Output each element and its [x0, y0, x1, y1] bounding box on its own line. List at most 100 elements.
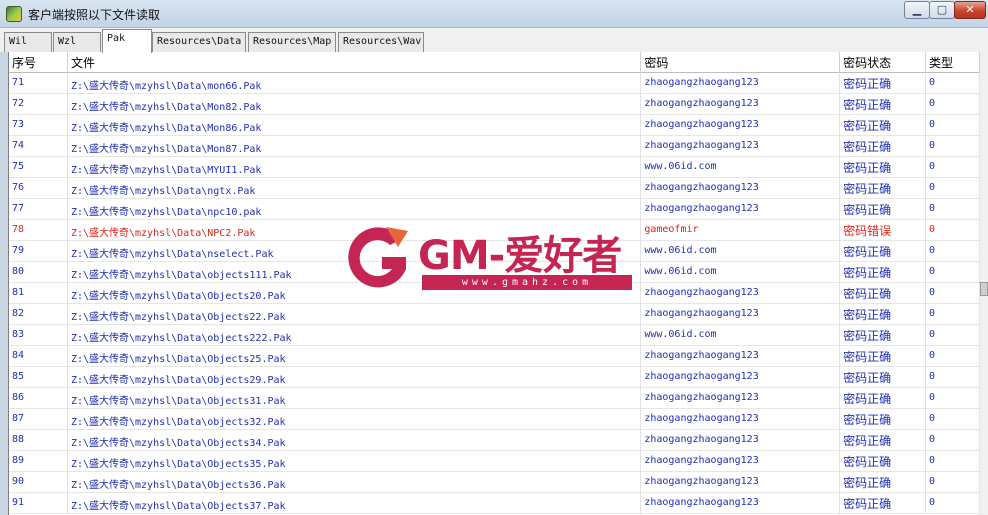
cell-password: www.06id.com [641, 241, 841, 262]
vertical-scrollbar[interactable] [980, 52, 988, 515]
close-button[interactable]: ✕ [954, 1, 986, 19]
cell-password-status: 密码正确 [840, 493, 927, 514]
cell-password: zhaogangzhaogang123 [641, 367, 841, 388]
cell-file: Z:\盛大传奇\mzyhsl\Data\NPC2.Pak [68, 220, 642, 241]
cell-file: Z:\盛大传奇\mzyhsl\Data\ngtx.Pak [68, 178, 642, 199]
cell-password-status: 密码错误 [840, 220, 927, 241]
table-row[interactable]: 73 Z:\盛大传奇\mzyhsl\Data\Mon86.Pak zhaogangz… [9, 115, 980, 136]
table-row[interactable]: 79 Z:\盛大传奇\mzyhsl\Data\nselect.Pak www.06i… [9, 241, 980, 262]
minimize-button[interactable]: ▁ [904, 1, 930, 19]
table-row[interactable]: 90 Z:\盛大传奇\mzyhsl\Data\Objects36.Pak zhaog… [9, 472, 980, 493]
cell-password-status: 密码正确 [840, 325, 927, 346]
cell-password: zhaogangzhaogang123 [641, 73, 841, 94]
cell-file: Z:\盛大传奇\mzyhsl\Data\Objects20.Pak [68, 283, 642, 304]
cell-password: zhaogangzhaogang123 [641, 388, 841, 409]
scrollbar-thumb[interactable] [980, 282, 988, 296]
cell-password-status: 密码正确 [840, 409, 927, 430]
tab-resources-data[interactable]: Resources\Data [152, 32, 246, 52]
table-row[interactable]: 72 Z:\盛大传奇\mzyhsl\Data\Mon82.Pak zhaogangz… [9, 94, 980, 115]
tab-strip: Wil Wzl Pak Resources\Data Resources\Map… [0, 28, 988, 53]
cell-index: 81 [9, 283, 68, 304]
cell-type: 0 [926, 388, 980, 409]
tab-wzl[interactable]: Wzl [53, 32, 101, 52]
cell-index: 71 [9, 73, 68, 94]
cell-password: zhaogangzhaogang123 [641, 346, 841, 367]
cell-password-status: 密码正确 [840, 283, 927, 304]
cell-type: 0 [926, 136, 980, 157]
cell-file: Z:\盛大传奇\mzyhsl\Data\nselect.Pak [68, 241, 642, 262]
cell-index: 88 [9, 430, 68, 451]
cell-file: Z:\盛大传奇\mzyhsl\Data\objects32.Pak [68, 409, 642, 430]
cell-password: zhaogangzhaogang123 [641, 409, 841, 430]
cell-file: Z:\盛大传奇\mzyhsl\Data\Mon86.Pak [68, 115, 642, 136]
cell-password-status: 密码正确 [840, 346, 927, 367]
table-row[interactable]: 75 Z:\盛大传奇\mzyhsl\Data\MYUI1.Pak www.06id.… [9, 157, 980, 178]
cell-password-status: 密码正确 [840, 199, 927, 220]
tab-wil[interactable]: Wil [4, 32, 52, 52]
table-row[interactable]: 81 Z:\盛大传奇\mzyhsl\Data\Objects20.Pak zhaog… [9, 283, 980, 304]
cell-type: 0 [926, 115, 980, 136]
cell-index: 83 [9, 325, 68, 346]
cell-file: Z:\盛大传奇\mzyhsl\Data\Objects37.Pak [68, 493, 642, 514]
table-row[interactable]: 91 Z:\盛大传奇\mzyhsl\Data\Objects37.Pak zhaog… [9, 493, 980, 514]
cell-file: Z:\盛大传奇\mzyhsl\Data\MYUI1.Pak [68, 157, 642, 178]
cell-password: zhaogangzhaogang123 [641, 493, 841, 514]
cell-type: 0 [926, 73, 980, 94]
cell-index: 87 [9, 409, 68, 430]
cell-file: Z:\盛大传奇\mzyhsl\Data\Objects29.Pak [68, 367, 642, 388]
cell-file: Z:\盛大传奇\mzyhsl\Data\Objects25.Pak [68, 346, 642, 367]
maximize-button[interactable]: ▢ [929, 1, 955, 19]
column-header-type[interactable]: 类型 [926, 52, 980, 73]
table-row[interactable]: 84 Z:\盛大传奇\mzyhsl\Data\Objects25.Pak zhaog… [9, 346, 980, 367]
cell-type: 0 [926, 346, 980, 367]
table-row[interactable]: 89 Z:\盛大传奇\mzyhsl\Data\Objects35.Pak zhaog… [9, 451, 980, 472]
cell-type: 0 [926, 241, 980, 262]
cell-password: www.06id.com [641, 157, 841, 178]
column-header-password[interactable]: 密码 [641, 52, 841, 73]
cell-password: zhaogangzhaogang123 [641, 304, 841, 325]
cell-password: www.06id.com [641, 262, 841, 283]
column-header-index[interactable]: 序号 [9, 52, 68, 73]
table-row[interactable]: 83 Z:\盛大传奇\mzyhsl\Data\objects222.Pak www.… [9, 325, 980, 346]
cell-file: Z:\盛大传奇\mzyhsl\Data\Mon87.Pak [68, 136, 642, 157]
table-row[interactable]: 88 Z:\盛大传奇\mzyhsl\Data\Objects34.Pak zhaog… [9, 430, 980, 451]
window-title: 客户端按照以下文件读取 [28, 8, 161, 22]
table-row[interactable]: 86 Z:\盛大传奇\mzyhsl\Data\Objects31.Pak zhaog… [9, 388, 980, 409]
cell-type: 0 [926, 325, 980, 346]
table-row[interactable]: 82 Z:\盛大传奇\mzyhsl\Data\Objects22.Pak zhaog… [9, 304, 980, 325]
table-row[interactable]: 85 Z:\盛大传奇\mzyhsl\Data\Objects29.Pak zhaog… [9, 367, 980, 388]
cell-file: Z:\盛大传奇\mzyhsl\Data\npc10.pak [68, 199, 642, 220]
cell-type: 0 [926, 367, 980, 388]
table-row[interactable]: 77 Z:\盛大传奇\mzyhsl\Data\npc10.pak zhaogangz… [9, 199, 980, 220]
table-row[interactable]: 78 Z:\盛大传奇\mzyhsl\Data\NPC2.Pak gameofmir 密… [9, 220, 980, 241]
table-row[interactable]: 76 Z:\盛大传奇\mzyhsl\Data\ngtx.Pak zhaogangzh… [9, 178, 980, 199]
table-row[interactable]: 74 Z:\盛大传奇\mzyhsl\Data\Mon87.Pak zhaogangz… [9, 136, 980, 157]
column-header-file[interactable]: 文件 [68, 52, 642, 73]
column-header-password-status[interactable]: 密码状态 [840, 52, 927, 73]
cell-password-status: 密码正确 [840, 262, 927, 283]
tab-pak[interactable]: Pak [102, 29, 152, 53]
cell-password-status: 密码正确 [840, 157, 927, 178]
cell-password-status: 密码正确 [840, 451, 927, 472]
cell-file: Z:\盛大传奇\mzyhsl\Data\Objects31.Pak [68, 388, 642, 409]
cell-index: 84 [9, 346, 68, 367]
cell-index: 75 [9, 157, 68, 178]
cell-file: Z:\盛大传奇\mzyhsl\Data\Objects22.Pak [68, 304, 642, 325]
cell-password-status: 密码正确 [840, 241, 927, 262]
cell-index: 76 [9, 178, 68, 199]
cell-index: 82 [9, 304, 68, 325]
tab-resources-map[interactable]: Resources\Map [248, 32, 336, 52]
cell-file: Z:\盛大传奇\mzyhsl\Data\objects111.Pak [68, 262, 642, 283]
table-row[interactable]: 71 Z:\盛大传奇\mzyhsl\Data\mon66.Pak zhaogangz… [9, 73, 980, 94]
file-list-grid[interactable]: 序号 文件 密码 密码状态 类型 71 Z:\盛大传奇\mzyhsl\Data\m… [8, 52, 980, 515]
app-icon [6, 6, 22, 22]
cell-password: zhaogangzhaogang123 [641, 451, 841, 472]
cell-type: 0 [926, 493, 980, 514]
cell-index: 73 [9, 115, 68, 136]
table-row[interactable]: 80 Z:\盛大传奇\mzyhsl\Data\objects111.Pak www.… [9, 262, 980, 283]
cell-password: zhaogangzhaogang123 [641, 199, 841, 220]
cell-password: zhaogangzhaogang123 [641, 136, 841, 157]
grid-body: 71 Z:\盛大传奇\mzyhsl\Data\mon66.Pak zhaogangz… [9, 73, 980, 514]
tab-resources-wav[interactable]: Resources\Wav [338, 32, 424, 52]
table-row[interactable]: 87 Z:\盛大传奇\mzyhsl\Data\objects32.Pak zhaog… [9, 409, 980, 430]
